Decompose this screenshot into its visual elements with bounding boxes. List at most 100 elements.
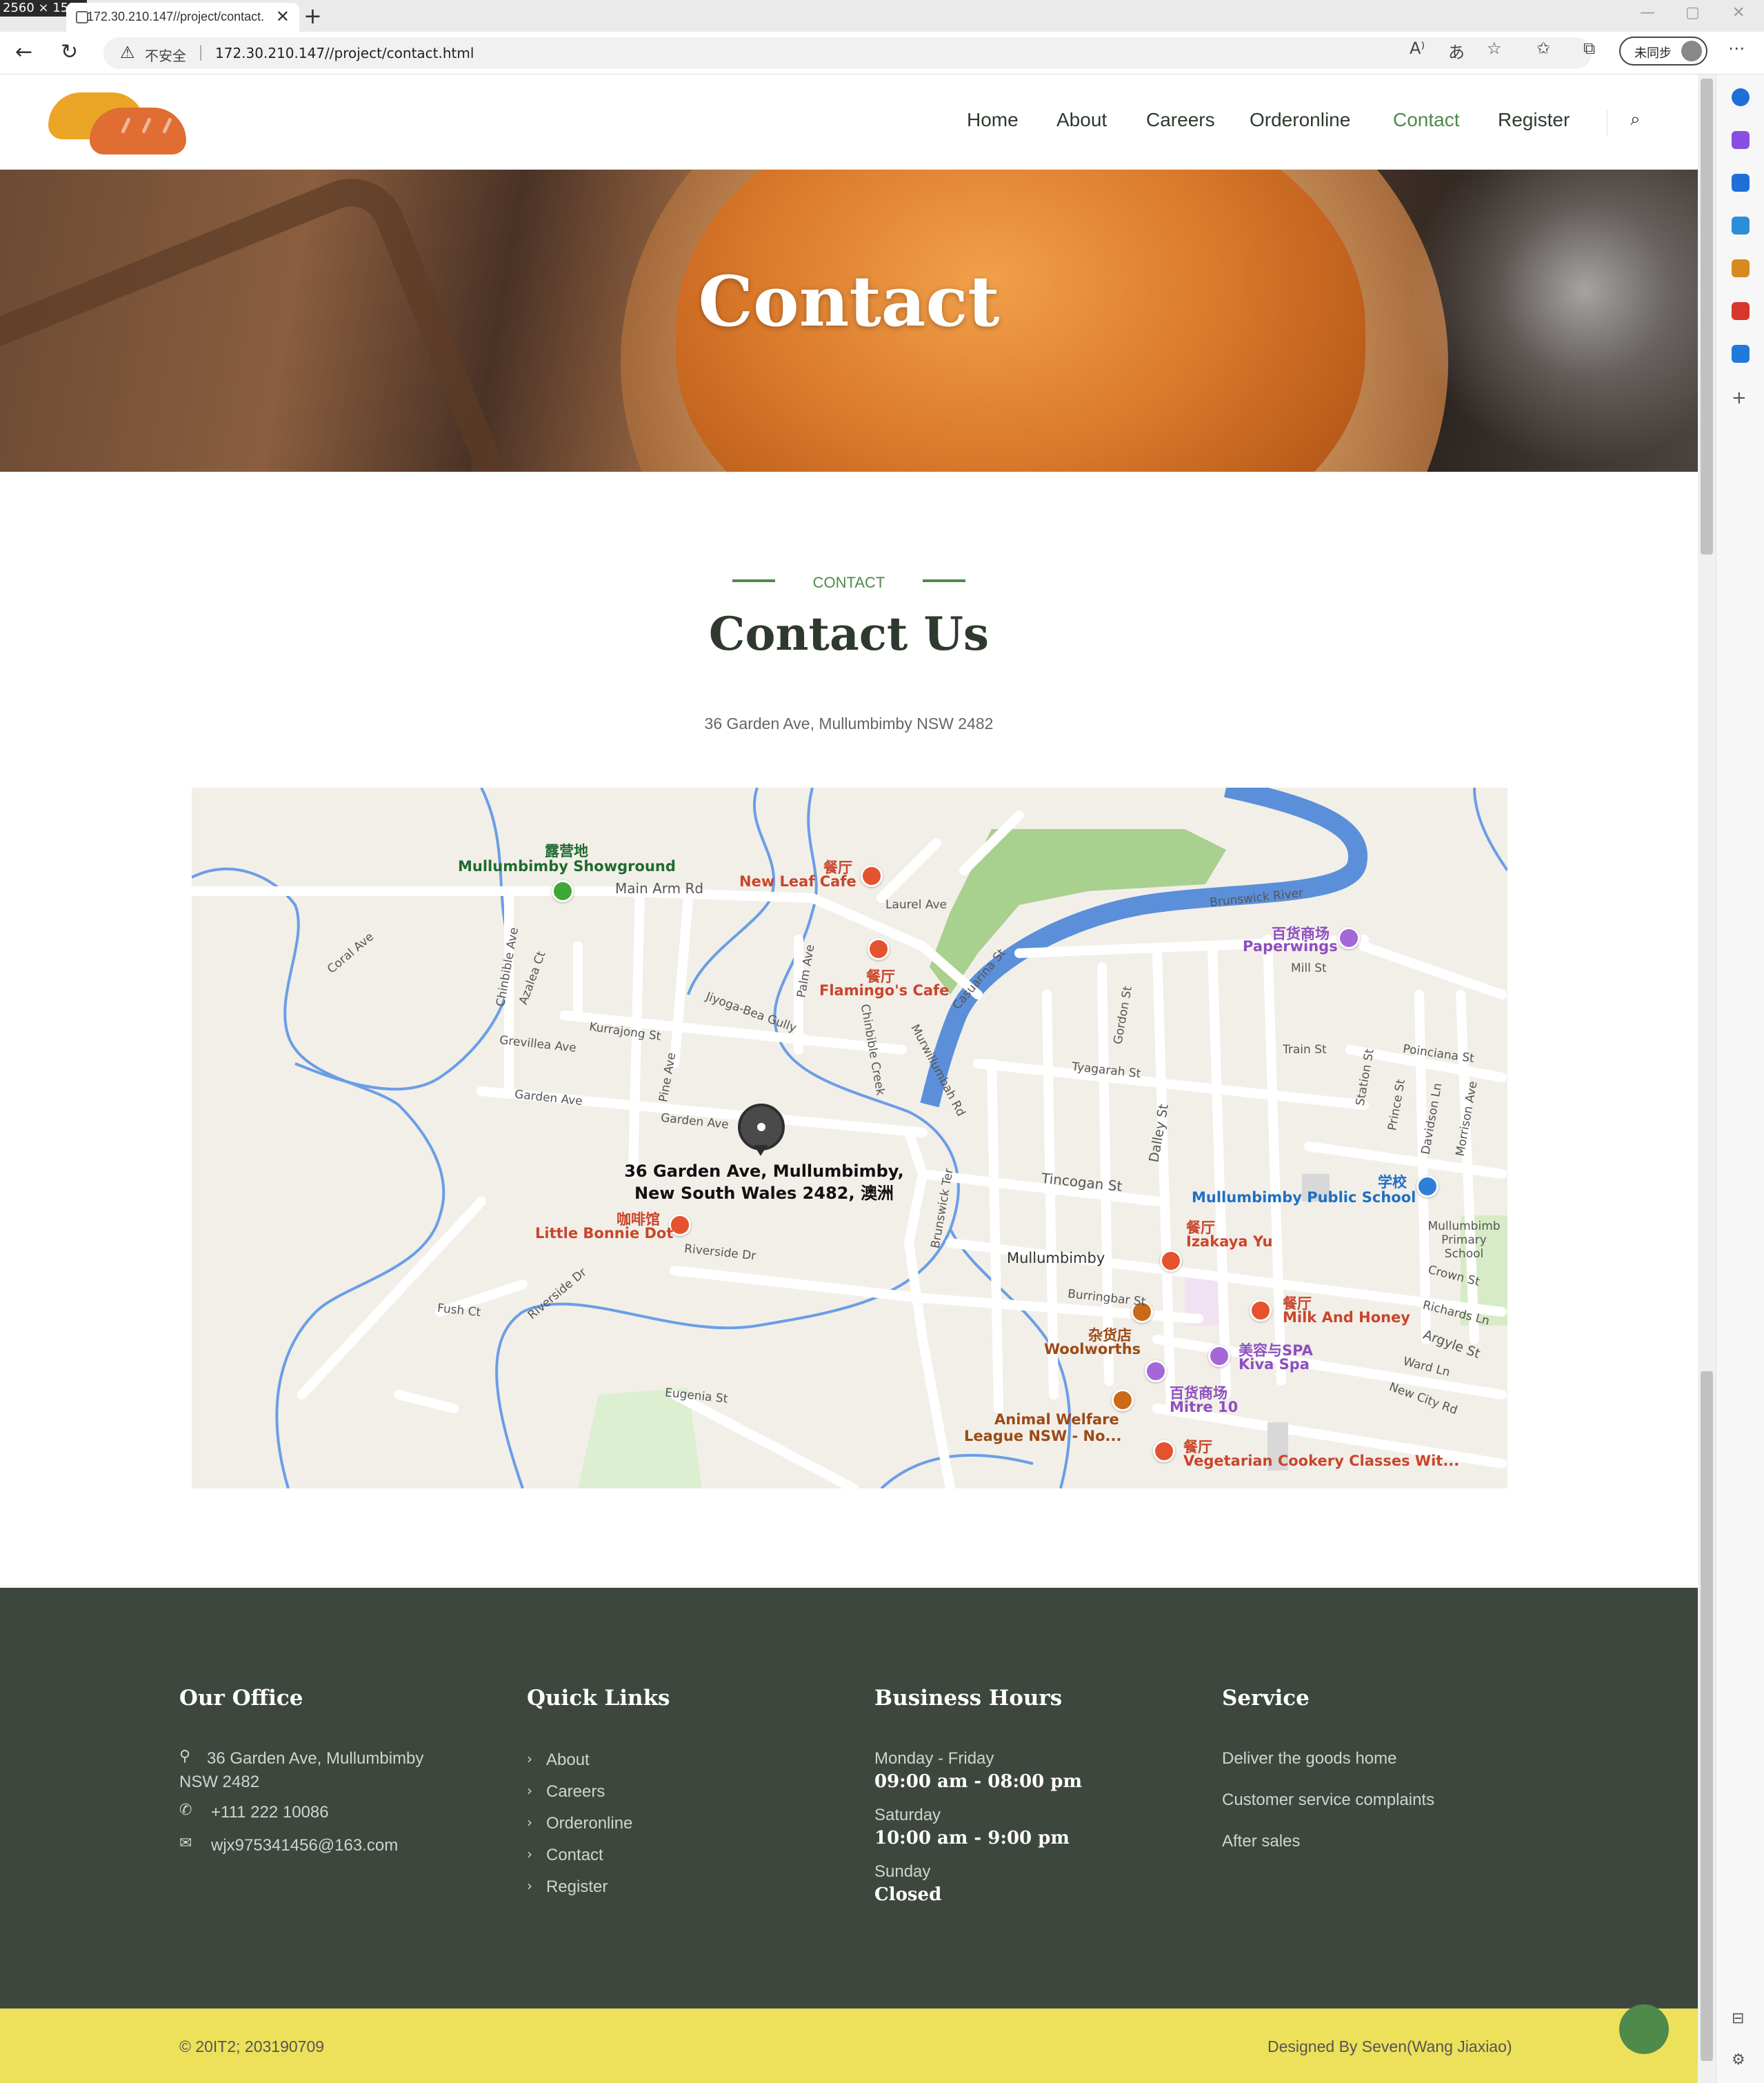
poi-label[interactable]: Mullumbimby Showground (458, 858, 676, 875)
footer-link-careers[interactable]: Careers (546, 1782, 605, 1802)
nav-home[interactable]: Home (967, 109, 1019, 131)
nav-orderonline[interactable]: Orderonline (1250, 109, 1350, 131)
poi-label[interactable]: Milk And Honey (1283, 1309, 1410, 1326)
poi-label[interactable]: Flamingo's Cafe (819, 982, 949, 999)
nav-careers[interactable]: Careers (1146, 109, 1215, 131)
outlook-icon[interactable] (1732, 345, 1750, 363)
campground-pin-icon[interactable] (552, 880, 574, 902)
profile-sync-button[interactable]: 未同步 (1619, 37, 1707, 66)
location-pin-icon[interactable] (738, 1104, 785, 1150)
hours-weekday-label: Monday - Friday (874, 1749, 994, 1768)
shopping-icon[interactable] (1732, 174, 1750, 192)
contact-address: 36 Garden Ave, Mullumbimby NSW 2482 (704, 715, 994, 732)
settings-gear-icon[interactable]: ⚙ (1732, 2051, 1750, 2069)
copyright-text: © 20IT2; 203190709 (179, 2037, 325, 2055)
sidebar-toggle-icon[interactable]: ⊟ (1732, 2010, 1750, 2028)
hero-banner: Contact (0, 170, 1698, 472)
back-arrow-icon[interactable]: ← (15, 40, 32, 64)
maximize-icon[interactable]: ▢ (1685, 4, 1700, 21)
nav-contact[interactable]: Contact (1393, 109, 1460, 131)
poi-label[interactable]: Vegetarian Cookery Classes Wit... (1183, 1453, 1459, 1469)
collections-icon[interactable]: ⧉ (1583, 39, 1595, 58)
footer-link-contact[interactable]: Contact (546, 1846, 603, 1865)
page-title: Contact (698, 261, 1000, 342)
restaurant-pin-icon[interactable] (868, 938, 890, 960)
spa-pin-icon[interactable] (1208, 1345, 1230, 1367)
poi-label[interactable]: League NSW - No... (964, 1428, 1121, 1444)
service-item[interactable]: After sales (1222, 1832, 1300, 1851)
poi-label[interactable]: Little Bonnie Dot (535, 1225, 673, 1242)
copilot-icon[interactable] (1732, 131, 1750, 149)
animal-pin-icon[interactable] (1112, 1389, 1134, 1411)
nav-register[interactable]: Register (1498, 109, 1570, 131)
minimize-icon[interactable]: — (1640, 4, 1655, 21)
poi-label[interactable]: Paperwings (1243, 938, 1338, 955)
poi-label[interactable]: Kiva Spa (1239, 1356, 1310, 1373)
section-heading: Contact Us (708, 607, 990, 661)
copyright-bar: © 20IT2; 203190709 Designed By Seven(Wan… (0, 2009, 1698, 2083)
page-scrollbar[interactable] (1698, 74, 1716, 2083)
favorite-add-icon[interactable]: ☆ (1487, 39, 1502, 58)
poi-label[interactable]: Woolworths (1044, 1341, 1141, 1357)
poi-label[interactable]: Animal Welfare (994, 1411, 1119, 1428)
window-close-icon[interactable]: ✕ (1732, 4, 1745, 21)
poi-label[interactable]: Mullumbimby Public School (1192, 1189, 1416, 1206)
search-icon[interactable] (1732, 88, 1750, 106)
browser-tab[interactable]: 172.30.210.147//project/contact. ✕ (66, 3, 299, 32)
restaurant-pin-icon[interactable] (1153, 1440, 1175, 1462)
tab-title: 172.30.210.147//project/contact. (87, 10, 265, 23)
service-item[interactable]: Deliver the goods home (1222, 1749, 1396, 1768)
site-header: Home About Careers Orderonline Contact R… (0, 74, 1698, 170)
poi-label[interactable]: Mitre 10 (1170, 1399, 1238, 1415)
footer-link-register[interactable]: Register (546, 1877, 608, 1897)
chevron-right-icon: › (527, 1782, 532, 1799)
tools-icon[interactable] (1732, 217, 1750, 235)
footer-link-orderonline[interactable]: Orderonline (546, 1814, 632, 1833)
shopping-pin-icon[interactable] (1338, 927, 1360, 949)
hours-saturday-value: 10:00 am - 9:00 pm (874, 1828, 1070, 1848)
footer-hours-heading: Business Hours (874, 1686, 1063, 1711)
search-icon[interactable]: ⌕ (1630, 109, 1641, 130)
more-menu-icon[interactable]: ⋯ (1728, 39, 1745, 58)
designer-credit: Designed By Seven(Wang Jiaxiao) (1267, 2037, 1512, 2055)
envelope-icon: ✉ (179, 1835, 192, 1852)
translate-icon[interactable]: あ (1448, 39, 1465, 63)
scroll-thumb[interactable] (1701, 79, 1713, 555)
nav-about[interactable]: About (1056, 109, 1107, 131)
school-pin-icon[interactable] (1416, 1175, 1439, 1197)
street-label: Train St (1283, 1043, 1327, 1057)
hours-sunday-value: Closed (874, 1884, 942, 1905)
refresh-icon[interactable]: ↻ (61, 40, 78, 64)
url-text[interactable]: 172.30.210.147//project/contact.html (215, 45, 474, 61)
service-item[interactable]: Customer service complaints (1222, 1791, 1434, 1810)
browser-tab-bar: 2560 × 1530 172.30.210.147//project/cont… (0, 0, 1764, 32)
chevron-right-icon: › (527, 1846, 532, 1862)
phone-icon: ✆ (179, 1802, 192, 1819)
restaurant-pin-icon[interactable] (1160, 1250, 1182, 1272)
restaurant-pin-icon[interactable] (1250, 1299, 1272, 1322)
close-tab-icon[interactable]: ✕ (276, 7, 290, 27)
new-tab-button[interactable]: + (303, 3, 322, 29)
read-aloud-icon[interactable]: A⁾ (1410, 39, 1425, 58)
location-marker-icon: ⚲ (179, 1748, 191, 1765)
site-footer: Our Office ⚲ 36 Garden Ave, Mullumbimby … (0, 1588, 1698, 2009)
add-icon[interactable]: + (1732, 388, 1750, 408)
office-phone: +111 222 10086 (211, 1803, 329, 1822)
favorites-icon[interactable]: ✩ (1536, 39, 1550, 58)
office-email[interactable]: wjx975341456@163.com (211, 1836, 398, 1855)
office-address-line1: 36 Garden Ave, Mullumbimby (207, 1749, 424, 1768)
warning-icon: ⚠ (120, 43, 135, 62)
poi-label[interactable]: New Leaf Cafe (739, 873, 856, 890)
shopping-pin-icon[interactable] (1145, 1360, 1167, 1382)
map-embed[interactable]: 露营地 Mullumbimby Showground 餐厅 New Leaf C… (192, 788, 1507, 1488)
street-label: Main Arm Rd (615, 880, 704, 897)
poi-label[interactable]: Izakaya Yu (1186, 1233, 1273, 1250)
map-canvas (192, 788, 1507, 1488)
url-field[interactable]: ⚠ 不安全 | 172.30.210.147//project/contact.… (103, 37, 1592, 69)
back-to-top-button[interactable] (1619, 2004, 1669, 2054)
games-icon[interactable] (1732, 259, 1750, 277)
office-icon[interactable] (1732, 302, 1750, 320)
bakery-logo[interactable] (48, 87, 186, 156)
footer-link-about[interactable]: About (546, 1751, 590, 1770)
restaurant-pin-icon[interactable] (861, 865, 883, 887)
